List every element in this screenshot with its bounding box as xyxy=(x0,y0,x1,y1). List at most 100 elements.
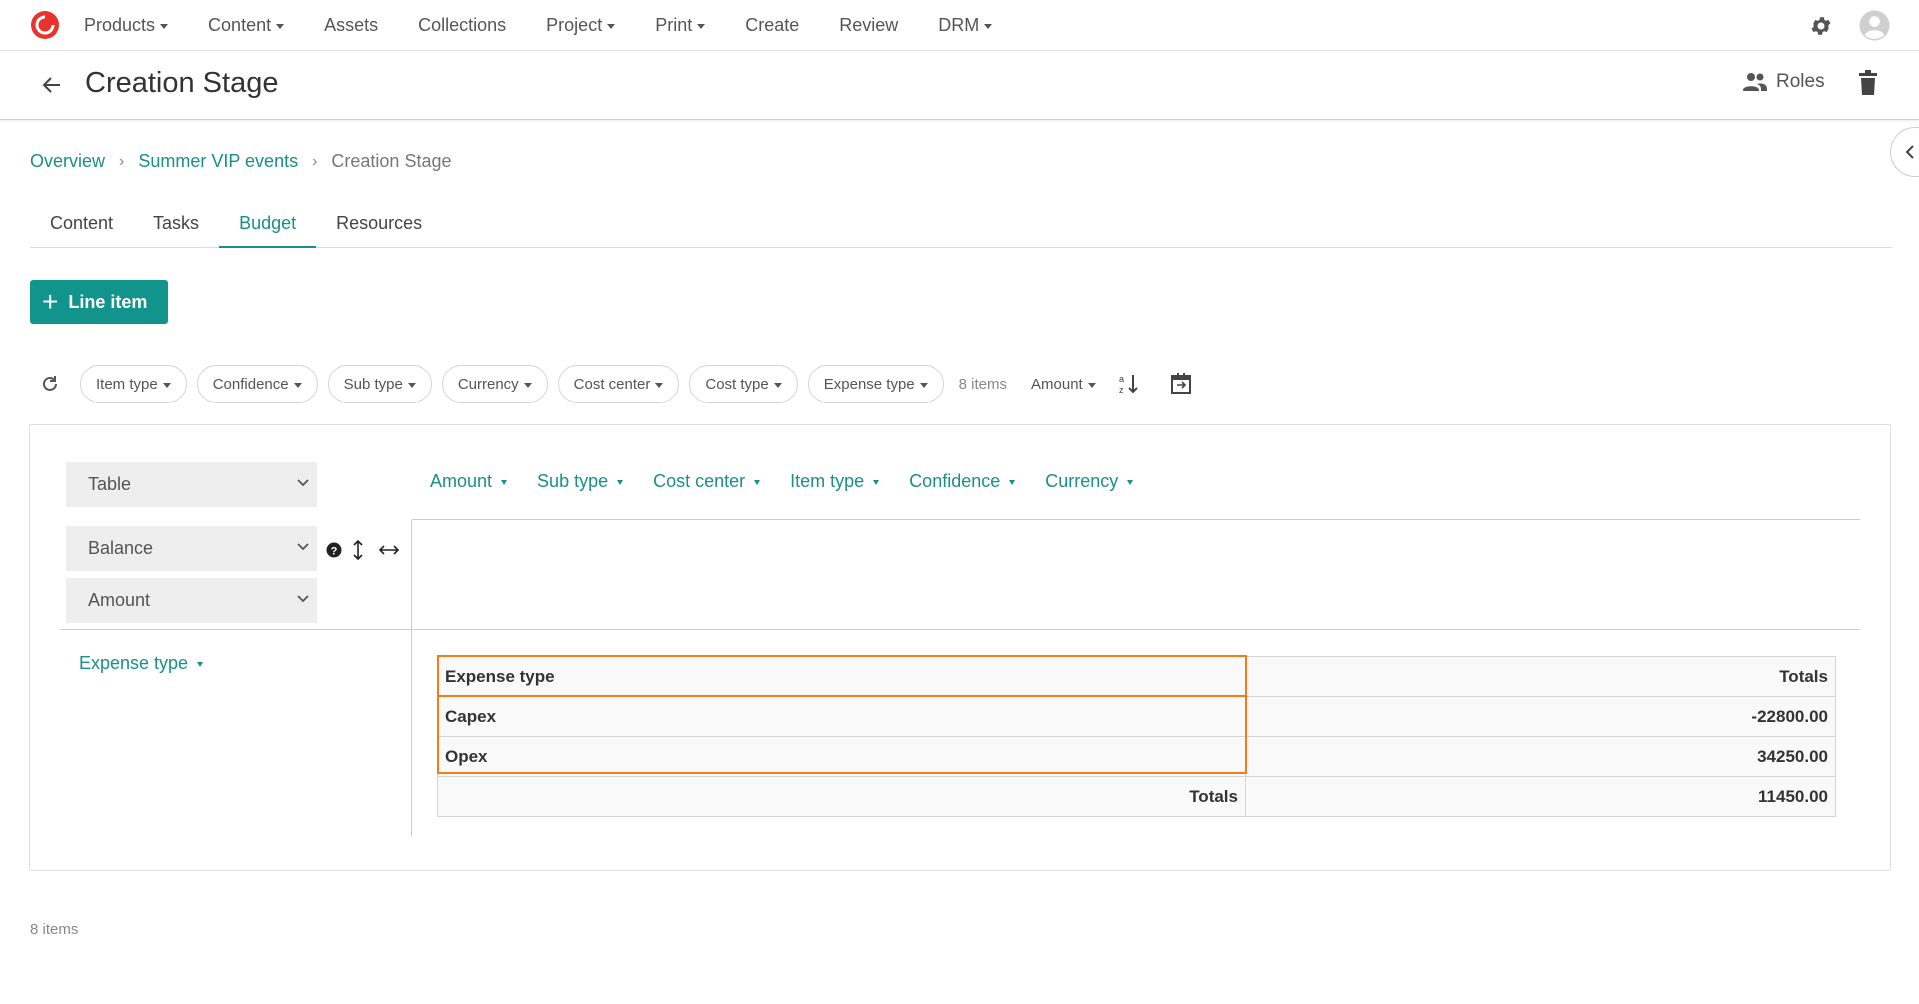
caret-down-icon xyxy=(984,24,993,29)
top-navigation: Products Content Assets Collections Proj… xyxy=(0,0,1919,51)
sort-rows-icon[interactable] xyxy=(352,539,364,561)
filter-confidence[interactable]: Confidence xyxy=(196,365,318,403)
column-fields: Amount Sub type Cost center Item type Co… xyxy=(430,471,1163,492)
svg-text:a: a xyxy=(1119,374,1124,384)
nav-item-drm[interactable]: DRM xyxy=(938,15,993,36)
nav-item-label: Products xyxy=(84,15,156,35)
caret-down-icon xyxy=(919,382,928,388)
column-field-sub-type[interactable]: Sub type xyxy=(537,471,624,492)
table-totals-row: Totals 11450.00 xyxy=(437,776,1836,817)
sort-order-icon[interactable]: a z xyxy=(1118,373,1140,395)
trash-icon[interactable] xyxy=(1856,70,1880,96)
row-field-expense-type[interactable]: Expense type xyxy=(79,653,204,674)
caret-down-icon xyxy=(617,480,624,485)
help-icon[interactable]: ? xyxy=(326,542,342,558)
field-label: Item type xyxy=(790,471,865,491)
breadcrumb-overview[interactable]: Overview xyxy=(30,151,105,172)
filter-sub-type[interactable]: Sub type xyxy=(327,365,432,403)
user-avatar-icon[interactable] xyxy=(1859,10,1890,41)
caret-down-icon xyxy=(162,382,171,388)
roles-button[interactable]: Roles xyxy=(1742,71,1825,93)
tab-budget[interactable]: Budget xyxy=(219,208,317,248)
caret-down-icon xyxy=(1127,480,1134,485)
filter-currency[interactable]: Currency xyxy=(441,365,548,403)
filter-expense-type[interactable]: Expense type xyxy=(807,365,944,403)
side-panel-toggle[interactable] xyxy=(1890,127,1919,177)
column-field-amount[interactable]: Amount xyxy=(430,471,508,492)
add-line-item-button[interactable]: + Line item xyxy=(30,280,168,324)
back-arrow-icon[interactable] xyxy=(40,73,64,97)
tab-resources[interactable]: Resources xyxy=(316,208,442,248)
nav-item-create[interactable]: Create xyxy=(745,15,799,36)
caret-down-icon xyxy=(607,24,616,29)
filter-bar: Item type Confidence Sub type Currency C… xyxy=(40,364,1192,404)
aggregator-select-value: Balance xyxy=(88,538,154,558)
chevron-right-icon: › xyxy=(312,152,318,170)
nav-item-label: Collections xyxy=(418,15,507,35)
filter-label: Sub type xyxy=(343,375,403,393)
nav-item-label: Print xyxy=(655,15,693,35)
nav-item-products[interactable]: Products xyxy=(84,15,169,36)
plus-icon: + xyxy=(42,286,59,317)
totals-value-cell: 11450.00 xyxy=(1245,776,1836,817)
footer-item-count: 8 items xyxy=(30,921,79,938)
chevron-right-icon: › xyxy=(119,152,125,170)
caret-down-icon xyxy=(773,382,782,388)
gear-icon[interactable] xyxy=(1809,14,1833,38)
caret-down-icon xyxy=(276,24,285,29)
field-label: Cost center xyxy=(653,471,746,491)
caret-down-icon xyxy=(197,662,204,667)
filter-label: Item type xyxy=(96,375,158,393)
filter-label: Cost center xyxy=(573,375,651,393)
sort-field-dropdown[interactable]: Amount xyxy=(1031,376,1096,393)
app-logo-icon[interactable] xyxy=(29,9,61,41)
column-field-confidence[interactable]: Confidence xyxy=(909,471,1016,492)
refresh-icon[interactable] xyxy=(40,374,60,394)
nav-item-project[interactable]: Project xyxy=(546,15,616,36)
nav-item-print[interactable]: Print xyxy=(655,15,706,36)
value-field-select-value: Amount xyxy=(88,590,151,610)
divider xyxy=(411,520,412,836)
tab-content[interactable]: Content xyxy=(30,208,133,248)
nav-item-content[interactable]: Content xyxy=(208,15,285,36)
filter-item-type[interactable]: Item type xyxy=(80,365,187,403)
breadcrumb: Overview › Summer VIP events › Creation … xyxy=(30,151,451,172)
nav-menu: Products Content Assets Collections Proj… xyxy=(84,0,1032,51)
nav-item-label: Review xyxy=(839,15,899,35)
nav-item-assets[interactable]: Assets xyxy=(324,15,378,36)
pivot-panel: Table Balance Amount ? Amount Sub type C… xyxy=(29,424,1891,871)
nav-item-collections[interactable]: Collections xyxy=(418,15,506,36)
nav-item-label: DRM xyxy=(938,15,980,35)
sort-columns-icon[interactable] xyxy=(378,544,400,556)
renderer-select-value: Table xyxy=(88,474,132,494)
divider xyxy=(60,629,1860,630)
field-label: Confidence xyxy=(909,471,1001,491)
divider xyxy=(412,519,1860,520)
filter-cost-center[interactable]: Cost center xyxy=(557,365,680,403)
chevron-down-icon xyxy=(297,479,309,487)
caret-down-icon xyxy=(160,24,169,29)
filter-label: Cost type xyxy=(705,375,769,393)
value-field-select[interactable]: Amount xyxy=(66,578,317,623)
filter-cost-type[interactable]: Cost type xyxy=(689,365,798,403)
svg-text:z: z xyxy=(1119,385,1124,395)
column-field-currency[interactable]: Currency xyxy=(1045,471,1134,492)
table-header-row: Expense type Totals xyxy=(437,656,1836,697)
column-field-cost-center[interactable]: Cost center xyxy=(653,471,761,492)
column-field-item-type[interactable]: Item type xyxy=(790,471,880,492)
chevron-down-icon xyxy=(297,595,309,603)
totals-label-cell: Totals xyxy=(437,776,1246,817)
filter-label: Currency xyxy=(457,375,519,393)
caret-down-icon xyxy=(697,24,706,29)
renderer-select[interactable]: Table xyxy=(66,462,317,507)
nav-item-review[interactable]: Review xyxy=(839,15,898,36)
tab-tasks[interactable]: Tasks xyxy=(133,208,219,248)
caret-down-icon xyxy=(293,382,302,388)
row-value-cell: 34250.00 xyxy=(1245,736,1836,777)
caret-down-icon xyxy=(1009,480,1016,485)
filter-label: Confidence xyxy=(212,375,289,393)
breadcrumb-summer-vip-events[interactable]: Summer VIP events xyxy=(138,151,298,172)
aggregator-select[interactable]: Balance xyxy=(66,526,317,571)
table-row: Capex -22800.00 xyxy=(437,696,1836,737)
pivot-view-icon[interactable] xyxy=(1170,373,1192,395)
